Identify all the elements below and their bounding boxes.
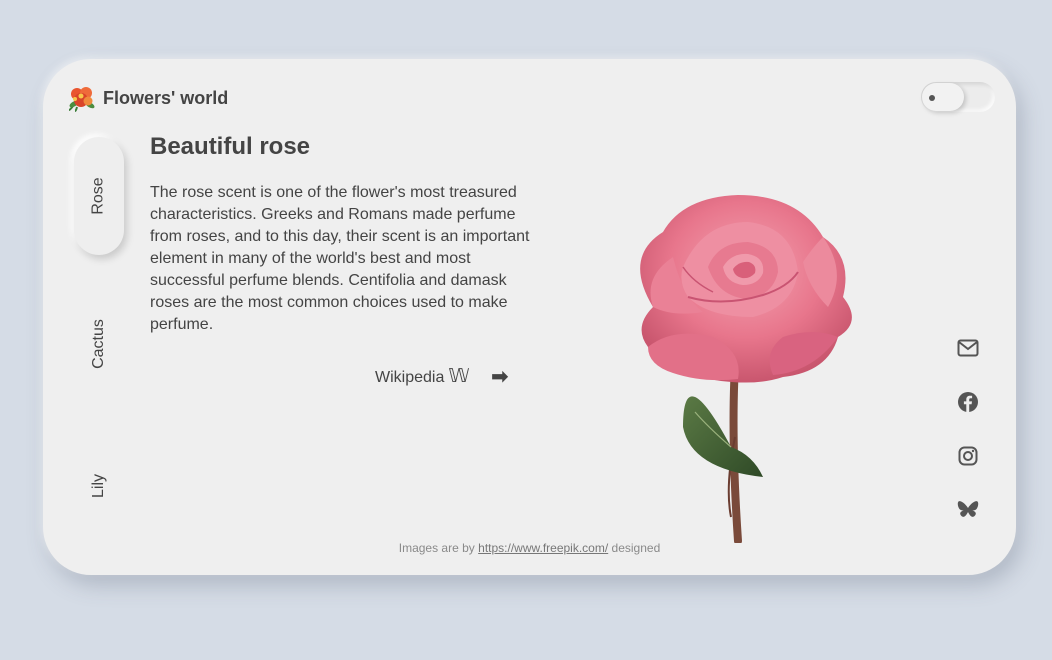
tab-rose[interactable]: Rose <box>74 137 124 255</box>
tab-label: Lily <box>89 473 107 499</box>
description: The rose scent is one of the flower's mo… <box>150 184 530 333</box>
flower-logo-icon <box>68 87 95 112</box>
footer-suffix: designed <box>611 541 661 555</box>
theme-toggle[interactable] <box>921 82 995 112</box>
rose-image <box>640 195 852 543</box>
mail-icon <box>957 339 979 357</box>
arrow-right-icon[interactable]: ➡ <box>491 364 508 389</box>
butterfly-icon <box>957 501 979 517</box>
bluesky-button[interactable] <box>955 499 981 521</box>
wikipedia-label-group: Wikipedia 𝕎 <box>375 365 469 388</box>
instagram-icon <box>958 446 978 466</box>
wikipedia-link[interactable]: Wikipedia 𝕎 ➡ <box>375 364 508 389</box>
brand-name: Flowers' world <box>103 87 229 108</box>
instagram-button[interactable] <box>955 445 981 467</box>
wikipedia-icon: 𝕎 <box>448 366 470 387</box>
facebook-icon <box>958 392 978 412</box>
footer-credit: Images are by https://www.freepik.com/ d… <box>43 541 1016 555</box>
brand: Flowers' world <box>67 84 228 112</box>
tab-label: Cactus <box>89 319 107 369</box>
page-title: Beautiful rose <box>150 133 311 160</box>
footer-prefix: Images are by <box>398 541 475 555</box>
tab-cactus[interactable]: Cactus <box>74 309 124 379</box>
mail-button[interactable] <box>955 337 981 359</box>
tab-label: Rose <box>89 177 107 215</box>
toggle-knob[interactable] <box>922 83 964 111</box>
facebook-button[interactable] <box>955 391 981 413</box>
tab-lily[interactable]: Lily <box>74 459 124 513</box>
toggle-dot-icon <box>929 95 935 101</box>
freepik-link[interactable]: https://www.freepik.com/ <box>478 541 608 555</box>
wikipedia-label: Wikipedia <box>375 369 445 386</box>
main-card: Flowers' world Rose Cactus Lily Beautifu… <box>43 59 1016 575</box>
